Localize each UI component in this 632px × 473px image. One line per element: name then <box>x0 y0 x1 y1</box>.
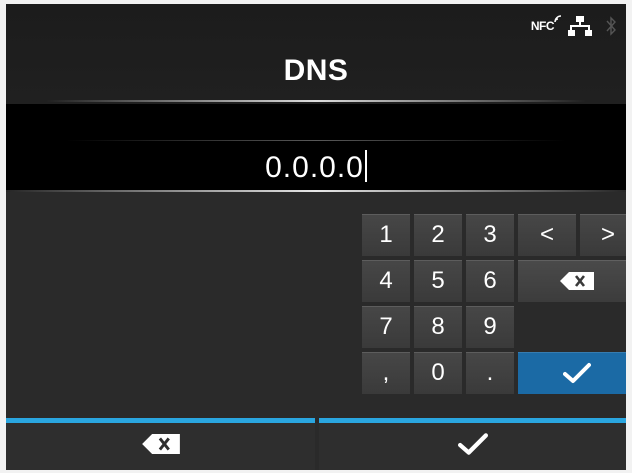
key-7[interactable]: 7 <box>362 306 410 348</box>
cursor-right-button[interactable]: > <box>580 214 626 256</box>
key-3[interactable]: 3 <box>466 214 514 256</box>
dns-input[interactable]: 0.0.0.0 <box>6 150 626 185</box>
key-5[interactable]: 5 <box>414 260 462 302</box>
key-comma[interactable]: , <box>362 352 410 394</box>
key-1[interactable]: 1 <box>362 214 410 256</box>
nfc-icon: NFC <box>530 15 562 33</box>
key-period[interactable]: . <box>466 352 514 394</box>
enter-button[interactable] <box>518 352 626 394</box>
dns-input-value: 0.0.0.0 <box>265 151 364 184</box>
cursor-left-button[interactable]: < <box>518 214 576 256</box>
input-divider-top <box>66 140 566 141</box>
confirm-button[interactable] <box>319 418 626 470</box>
checkmark-icon <box>457 433 488 455</box>
bottom-bar <box>6 418 626 470</box>
header-divider <box>46 100 586 102</box>
key-0[interactable]: 0 <box>414 352 462 394</box>
nfc-label: NFC <box>530 19 555 33</box>
key-6[interactable]: 6 <box>466 260 514 302</box>
header: NFC DNS <box>6 4 626 104</box>
checkmark-icon <box>563 363 591 383</box>
key-2[interactable]: 2 <box>414 214 462 256</box>
page-title: DNS <box>283 54 349 87</box>
backspace-icon <box>560 272 594 290</box>
input-underline <box>6 190 626 192</box>
key-9[interactable]: 9 <box>466 306 514 348</box>
bluetooth-icon <box>606 16 616 36</box>
cancel-button[interactable] <box>6 418 315 470</box>
printer-screen: NFC DNS 0.0.0.0 1 2 3 < > 4 5 6 7 8 9 , … <box>6 4 626 470</box>
backspace-icon <box>141 434 180 454</box>
key-4[interactable]: 4 <box>362 260 410 302</box>
status-bar: NFC <box>530 15 616 36</box>
input-area: 0.0.0.0 <box>6 104 626 192</box>
nfc-waves-icon <box>554 15 562 23</box>
backspace-button[interactable] <box>518 260 626 302</box>
text-caret <box>364 150 367 182</box>
network-icon <box>568 16 592 36</box>
key-8[interactable]: 8 <box>414 306 462 348</box>
